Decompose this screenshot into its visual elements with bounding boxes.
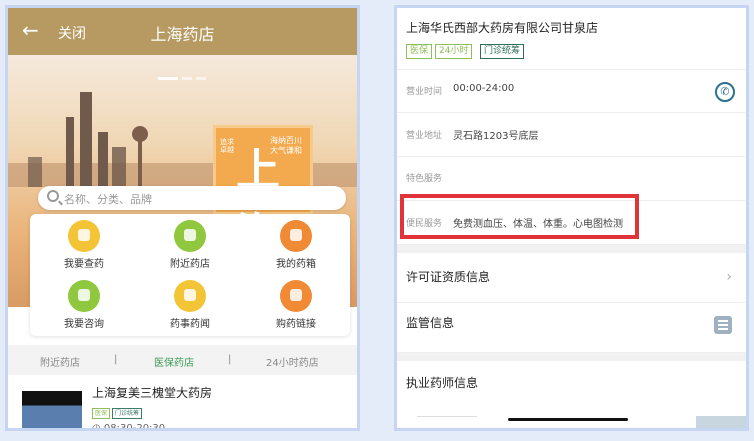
feature-label: 附近药店	[170, 259, 210, 270]
hours-value: 00:00-24:00	[453, 83, 515, 94]
license-title: 许可证资质信息	[406, 270, 491, 284]
location-icon	[174, 220, 206, 252]
clock-icon: ◷	[92, 423, 104, 431]
address-row: 营业地址 灵石路1203号底层	[397, 113, 746, 157]
pharmacist-section[interactable]: 执业药师信息	[397, 361, 746, 411]
tab-separator: |	[114, 354, 118, 365]
top-nav-bar: ← 关闭 上海药店	[8, 8, 357, 55]
tag-outpatient: 门诊统筹	[112, 408, 143, 419]
feature-purchase-link[interactable]: 购药链接	[246, 276, 346, 334]
special-service-label: 特色服务	[406, 174, 443, 184]
page-title: 上海药店	[150, 25, 215, 44]
tab-nearby[interactable]: 附近药店	[40, 354, 80, 369]
section-divider	[397, 245, 746, 253]
bottom-tab-stub	[417, 416, 477, 428]
tab-24h[interactable]: 24小时药店	[266, 354, 319, 369]
medicine-box-icon	[280, 220, 312, 252]
hours-label: 营业时间	[406, 87, 443, 97]
feature-nearby-pharmacy[interactable]: 附近药店	[140, 216, 240, 274]
bottom-button-stub[interactable]	[696, 416, 746, 428]
feature-drug-news[interactable]: 药事药闻	[140, 276, 240, 334]
tv-news-icon	[174, 280, 206, 312]
highlight-box	[400, 194, 639, 239]
consult-icon	[68, 280, 100, 312]
carousel-indicator	[158, 65, 210, 84]
license-section[interactable]: 许可证资质信息 ›	[397, 253, 746, 303]
tag-insurance: 医保	[406, 44, 433, 59]
pharmacy-list-item[interactable]: 上海复美三槐堂大药房 医保 门诊统筹 ◷ 08:30-20:30	[8, 375, 357, 431]
feature-label: 购药链接	[276, 319, 316, 330]
search-icon	[47, 190, 59, 202]
tag-24h: 24小时	[435, 44, 473, 59]
search-placeholder: 名称、分类、品牌	[64, 193, 152, 206]
search-drug-icon	[68, 220, 100, 252]
sign-slogan-left: 追求卓越	[220, 138, 234, 154]
feature-label: 我的药箱	[276, 259, 316, 270]
right-screen: 上海华氏西部大药房有限公司甘泉店 医保 24小时 门诊统筹 营业时间 00:00…	[394, 5, 749, 431]
feature-label: 我要查药	[64, 259, 104, 270]
phone-icon[interactable]: ✆	[715, 82, 735, 102]
pharmacy-name: 上海复美三槐堂大药房	[92, 386, 213, 400]
pharmacy-name: 上海华氏西部大药房有限公司甘泉店	[406, 21, 599, 35]
pharmacist-title: 执业药师信息	[406, 376, 479, 390]
feature-label: 药事药闻	[170, 319, 210, 330]
list-icon[interactable]	[714, 316, 732, 334]
tag-outpatient: 门诊统筹	[480, 44, 525, 59]
feature-label: 我要咨询	[64, 319, 104, 330]
feature-consult[interactable]: 我要咨询	[34, 276, 134, 334]
chevron-right-icon: ›	[726, 269, 732, 285]
tab-separator: |	[228, 354, 232, 365]
hours-row: 营业时间 00:00-24:00	[397, 70, 746, 113]
pharmacy-header: 上海华氏西部大药房有限公司甘泉店 医保 24小时 门诊统筹	[397, 8, 746, 70]
pharmacy-tabs: 附近药店 | 医保药店 | 24小时药店	[8, 345, 357, 375]
feature-medicine-box[interactable]: 我的药箱	[246, 216, 346, 274]
left-screen: ← 关闭 上海药店 上海 海纳百川 大气谦和 追求卓越 名称、分类、品牌 我要查…	[5, 5, 360, 431]
supervision-title: 监管信息	[406, 316, 455, 330]
pharmacy-hours: ◷ 08:30-20:30	[92, 423, 165, 431]
address-label: 营业地址	[406, 131, 443, 141]
feature-search-drug[interactable]: 我要查药	[34, 216, 134, 274]
home-indicator[interactable]	[508, 418, 628, 421]
sign-slogan: 海纳百川 大气谦和	[270, 136, 302, 155]
feature-grid: 我要查药 附近药店 我的药箱 我要咨询 药事药闻 购药链接	[30, 214, 350, 336]
supervision-section[interactable]: 监管信息	[397, 303, 746, 353]
section-divider	[397, 353, 746, 361]
tab-insurance[interactable]: 医保药店	[154, 354, 194, 369]
pharmacy-thumbnail	[22, 391, 82, 428]
tag-insurance: 医保	[92, 408, 111, 419]
search-bar[interactable]: 名称、分类、品牌	[38, 186, 346, 210]
address-value: 灵石路1203号底层	[453, 131, 539, 142]
purchase-link-icon	[280, 280, 312, 312]
